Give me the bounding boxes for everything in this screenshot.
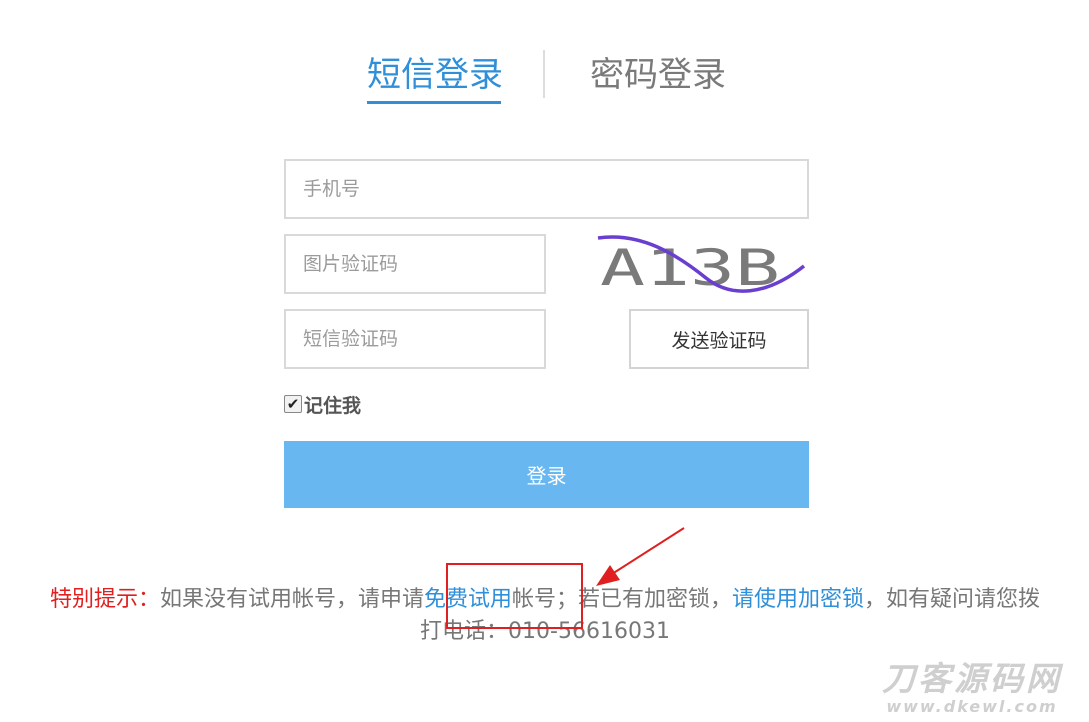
watermark-sub: www.dkewl.com <box>886 697 1058 716</box>
annotation-box <box>446 563 583 629</box>
phone-input[interactable] <box>284 159 809 219</box>
remember-me-label: 记住我 <box>304 394 362 417</box>
tab-divider <box>543 50 545 98</box>
watermark-main: 刀客源码网 <box>882 659 1062 698</box>
notice-prefix: 特别提示： <box>49 587 160 612</box>
remember-me[interactable]: ✔ 记住我 <box>284 390 361 418</box>
notice-text-1: 如果没有试用帐号，请申请 <box>159 587 424 612</box>
image-captcha-input[interactable] <box>284 234 546 294</box>
tab-password-login[interactable]: 密码登录 <box>590 52 730 104</box>
use-lock-link[interactable]: 请使用加密锁 <box>732 587 864 612</box>
watermark: 刀客源码网 www.dkewl.com <box>872 660 1072 716</box>
sms-code-input[interactable] <box>284 309 546 369</box>
tab-sms-login[interactable]: 短信登录 <box>367 52 503 104</box>
send-code-button[interactable]: 发送验证码 <box>629 309 809 369</box>
captcha-image[interactable]: A13B <box>596 232 806 296</box>
login-button[interactable]: 登录 <box>284 441 809 508</box>
remember-me-checkbox[interactable]: ✔ <box>284 395 302 413</box>
